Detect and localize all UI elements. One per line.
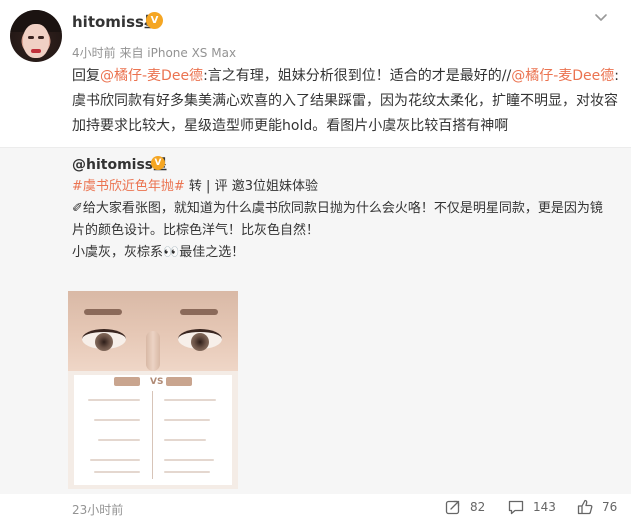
image-brow-left — [84, 309, 122, 315]
image-text-line — [164, 471, 210, 473]
image-tag-left — [114, 377, 140, 386]
post-text-part-1: :言之有理，姐妹分析很到位！适合的才是最好的// — [203, 68, 512, 84]
image-vs-label: VS — [150, 377, 164, 387]
avatar-lips — [31, 49, 41, 53]
repost-line-2: ✐给大家看张图，就知道为什么虞书欣同款日抛为什么会火咯！不仅是明星同款，更是因为… — [72, 201, 603, 238]
repost-time[interactable]: 23小时前 — [72, 501, 123, 518]
post-image-thumbnail[interactable]: VS — [68, 291, 238, 489]
comment-button[interactable]: 143 — [507, 497, 556, 517]
repost-line-1: #虞书欣近色年抛# 转 | 评 邀3位姐妹体验 — [72, 176, 612, 198]
image-text-line — [164, 439, 206, 441]
share-count: 82 — [470, 500, 486, 514]
image-comparison-panel: VS — [74, 375, 232, 485]
chevron-down-icon[interactable] — [592, 8, 610, 26]
image-text-line — [98, 439, 140, 441]
like-count: 76 — [602, 500, 618, 514]
image-brow-right — [180, 309, 218, 315]
like-button[interactable]: 76 — [576, 497, 617, 517]
avatar-eye-right — [38, 36, 44, 39]
topic-link[interactable]: #虞书欣近色年抛# — [72, 179, 185, 194]
image-text-line — [90, 459, 140, 461]
repost-block: @hitomiss星 V #虞书欣近色年抛# 转 | 评 邀3位姐妹体验 ✐给大… — [0, 147, 631, 517]
like-icon — [577, 499, 593, 515]
repost-line-3: 小虞灰，灰棕系👀最佳之选！ — [72, 242, 612, 264]
image-text-line — [164, 459, 214, 461]
mention-link-1[interactable]: @橘仔-麦Dee德 — [100, 68, 203, 84]
image-text-line — [94, 471, 140, 473]
avatar-eye-left — [28, 36, 34, 39]
post-meta: 4小时前 来自 iPhone XS Max — [72, 46, 237, 60]
repost-line-3-text-a: 小虞灰，灰棕系 — [72, 245, 164, 260]
image-eye-left — [82, 329, 126, 351]
share-icon — [445, 500, 460, 515]
weibo-post-card: hitomiss星 V 4小时前 来自 iPhone XS Max 回复@橘仔-… — [0, 0, 631, 527]
comment-icon — [508, 500, 524, 515]
image-tag-right — [166, 377, 192, 386]
image-iris-left — [95, 333, 113, 351]
image-nose — [146, 331, 160, 371]
image-iris-right — [191, 333, 209, 351]
repost-topic-suffix: 转 | 评 邀3位姐妹体验 — [184, 179, 318, 194]
image-text-line — [88, 399, 140, 401]
eyes-emoji-icon: 👀 — [163, 245, 180, 260]
vip-badge-icon[interactable]: V — [146, 12, 163, 29]
repost-line-3-text-b: 最佳之选！ — [179, 245, 245, 260]
image-text-line — [164, 399, 216, 401]
image-eye-right — [178, 329, 222, 351]
comment-count: 143 — [533, 500, 556, 514]
mention-link-2[interactable]: @橘仔-麦Dee德 — [511, 68, 614, 84]
image-text-line — [94, 419, 140, 421]
image-divider — [152, 391, 153, 479]
post-text: 回复@橘仔-麦Dee德:言之有理，姐妹分析很到位！适合的才是最好的//@橘仔-麦… — [72, 64, 620, 139]
reply-prefix: 回复 — [72, 68, 100, 84]
share-button[interactable]: 82 — [444, 497, 485, 517]
vip-badge-icon: V — [151, 156, 165, 170]
avatar[interactable] — [10, 10, 62, 62]
repost-text: #虞书欣近色年抛# 转 | 评 邀3位姐妹体验 ✐给大家看张图，就知道为什么虞书… — [72, 176, 612, 264]
image-text-line — [164, 419, 210, 421]
